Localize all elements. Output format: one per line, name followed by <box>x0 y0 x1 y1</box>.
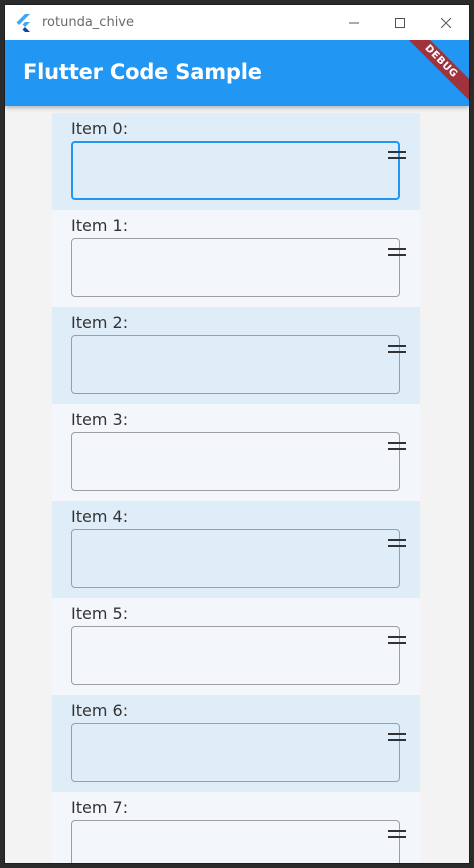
app-window: rotunda_chive Flutter Code Sample DEBUG … <box>5 5 469 863</box>
item-text-field[interactable] <box>71 141 400 200</box>
drag-handle-icon[interactable] <box>388 248 406 260</box>
window-title: rotunda_chive <box>42 15 134 30</box>
item-label: Item 0: <box>71 119 129 138</box>
item-text-field[interactable] <box>71 529 400 588</box>
window-controls <box>331 5 469 40</box>
maximize-icon <box>395 17 405 28</box>
item-text-field[interactable] <box>71 335 400 394</box>
drag-handle-icon[interactable] <box>388 539 406 551</box>
list-item[interactable]: Item 1: <box>52 210 420 307</box>
reorderable-list[interactable]: Item 0: Item 1: Item 2: Item 3: Item 4: Item … <box>52 113 420 863</box>
item-text-field[interactable] <box>71 820 400 863</box>
page-title: Flutter Code Sample <box>23 60 262 84</box>
debug-banner: DEBUG <box>400 40 469 103</box>
close-button[interactable] <box>423 5 469 40</box>
list-item[interactable]: Item 2: <box>52 307 420 404</box>
list-item[interactable]: Item 0: <box>52 113 420 210</box>
list-item[interactable]: Item 6: <box>52 695 420 792</box>
item-label: Item 4: <box>71 507 129 526</box>
drag-handle-icon[interactable] <box>388 345 406 357</box>
minimize-icon <box>349 22 359 23</box>
item-label: Item 6: <box>71 701 129 720</box>
item-label: Item 2: <box>71 313 129 332</box>
drag-handle-icon[interactable] <box>388 733 406 745</box>
item-text-field[interactable] <box>71 723 400 782</box>
maximize-button[interactable] <box>377 5 423 40</box>
list-item[interactable]: Item 7: <box>52 792 420 863</box>
item-text-field[interactable] <box>71 432 400 491</box>
item-label: Item 1: <box>71 216 129 235</box>
drag-handle-icon[interactable] <box>388 442 406 454</box>
item-text-field[interactable] <box>71 238 400 297</box>
app-bar: Flutter Code Sample DEBUG <box>5 40 469 106</box>
minimize-button[interactable] <box>331 5 377 40</box>
body-area: Item 0: Item 1: Item 2: Item 3: Item 4: Item … <box>5 106 469 863</box>
list-item[interactable]: Item 5: <box>52 598 420 695</box>
flutter-logo-icon <box>16 13 30 32</box>
item-text-field[interactable] <box>71 626 400 685</box>
drag-handle-icon[interactable] <box>388 830 406 842</box>
drag-handle-icon[interactable] <box>388 151 406 163</box>
drag-handle-icon[interactable] <box>388 636 406 648</box>
window-titlebar[interactable]: rotunda_chive <box>5 5 469 40</box>
close-icon <box>441 17 451 28</box>
item-label: Item 7: <box>71 798 129 817</box>
list-item[interactable]: Item 4: <box>52 501 420 598</box>
item-label: Item 5: <box>71 604 129 623</box>
item-label: Item 3: <box>71 410 129 429</box>
list-item[interactable]: Item 3: <box>52 404 420 501</box>
